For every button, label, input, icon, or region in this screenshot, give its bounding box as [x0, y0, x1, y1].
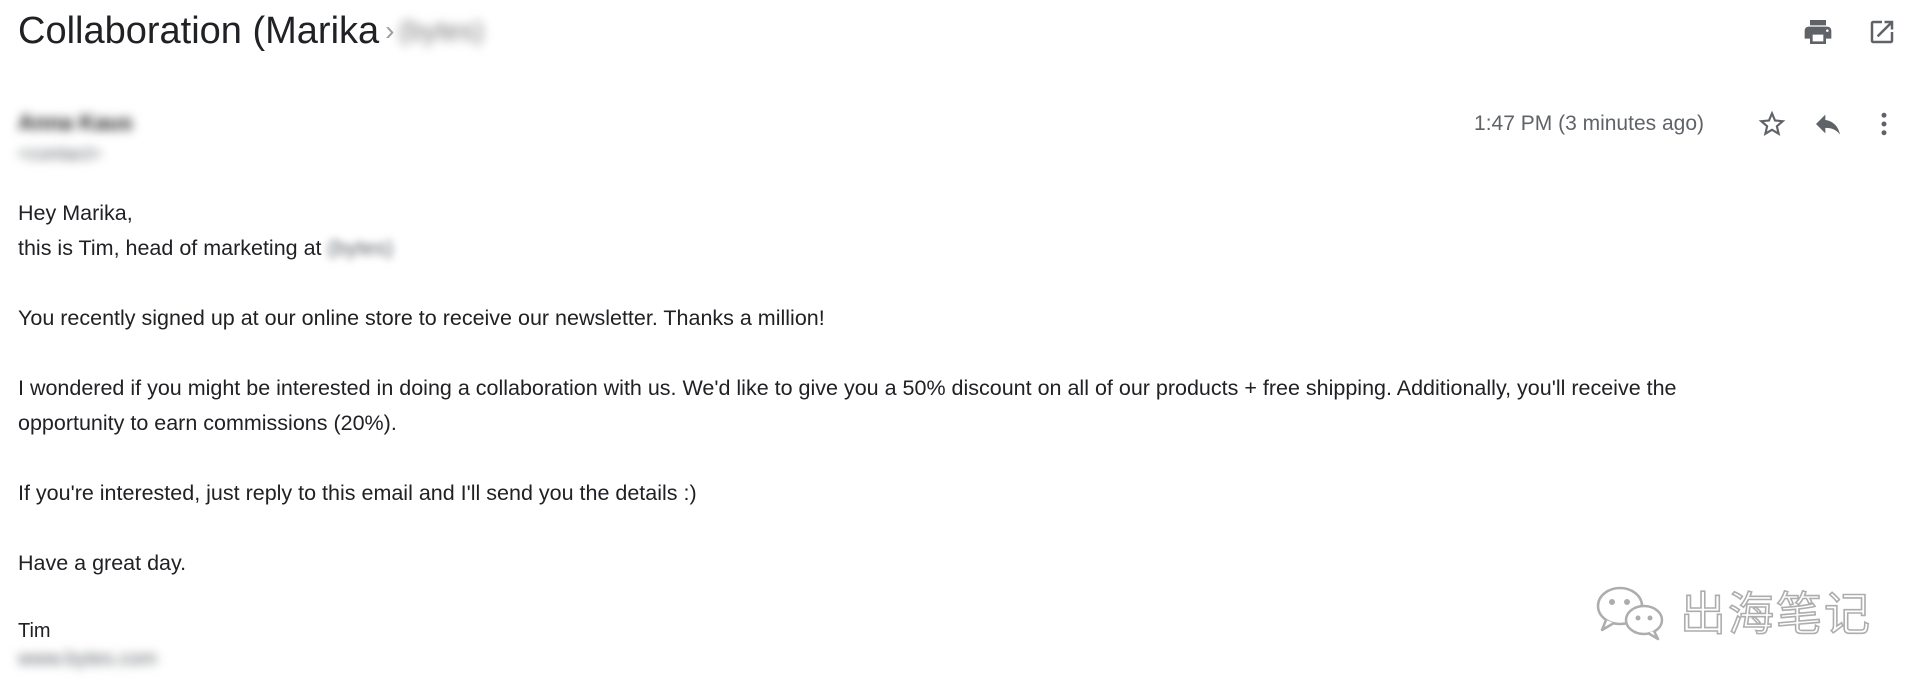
- label-chip[interactable]: (bytes): [398, 15, 484, 46]
- watermark: 出海笔记: [1592, 578, 1872, 644]
- star-icon[interactable]: [1754, 106, 1790, 142]
- more-vertical-icon[interactable]: [1866, 106, 1902, 142]
- intro-company: (bytes): [327, 236, 394, 260]
- closing-line: Have a great day.: [18, 551, 187, 575]
- paragraph-collaboration-line1: I wondered if you might be interested in…: [18, 376, 1677, 400]
- email-subject: Collaboration (Marika › (bytes): [18, 8, 484, 54]
- label-separator-icon: ›: [385, 15, 395, 46]
- print-icon[interactable]: [1800, 14, 1836, 50]
- greeting: Hey Marika,: [18, 201, 133, 225]
- sender-email: <contact>: [18, 144, 102, 165]
- sender-name[interactable]: Anna Kaus: [18, 110, 133, 136]
- sender-block: Anna Kaus <contact>: [18, 110, 133, 166]
- subject-text: Collaboration (Marika: [18, 10, 380, 52]
- message-meta: 1:47 PM (3 minutes ago): [1474, 106, 1902, 142]
- intro-text: this is Tim, head of marketing at: [18, 236, 322, 260]
- watermark-text: 出海笔记: [1679, 586, 1872, 642]
- paragraph-newsletter: You recently signed up at our online sto…: [18, 306, 825, 330]
- paragraph-reply: If you're interested, just reply to this…: [18, 481, 697, 505]
- paragraph-collaboration-line2: opportunity to earn commissions (20%).: [18, 411, 397, 435]
- signature-company: www.bytes.com: [18, 648, 157, 670]
- wechat-logo: [1596, 586, 1664, 641]
- intro-line: this is Tim, head of marketing at (bytes…: [18, 231, 1898, 266]
- top-toolbar: [1800, 14, 1900, 50]
- timestamp: 1:47 PM (3 minutes ago): [1474, 112, 1704, 135]
- reply-icon[interactable]: [1810, 106, 1846, 142]
- open-in-new-window-icon[interactable]: [1864, 14, 1900, 50]
